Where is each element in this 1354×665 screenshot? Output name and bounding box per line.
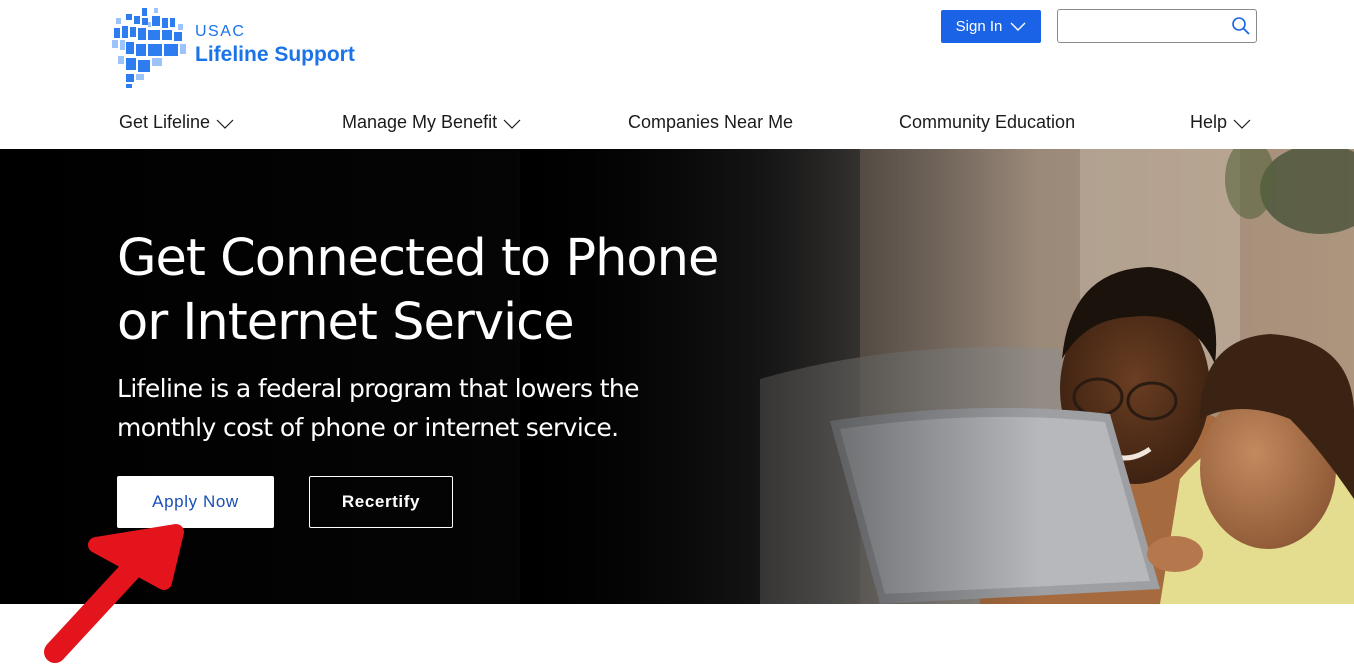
chevron-down-icon	[503, 119, 521, 129]
hero-title: Get Connected to Phone or Internet Servi…	[117, 229, 719, 352]
logo-site-name: Lifeline Support	[195, 43, 355, 66]
chevron-down-icon	[1010, 22, 1026, 31]
nav-item-label: Get Lifeline	[119, 112, 211, 132]
nav-item-companies-near-me[interactable]: Companies Near Me	[628, 112, 793, 133]
nav-item-manage-my-benefit[interactable]: Manage My Benefit	[342, 112, 521, 133]
nav-item-label: Community Education	[899, 112, 1076, 132]
logo-org-text: USAC	[195, 23, 246, 40]
usac-logo-mark-icon	[112, 8, 186, 88]
hero-banner: Get Connected to Phone or Internet Servi…	[0, 149, 1354, 604]
search-box[interactable]	[1057, 9, 1257, 43]
nav-item-label: Help	[1190, 112, 1228, 132]
hero-subtitle: Lifeline is a federal program that lower…	[117, 374, 640, 442]
site-header: USAC Lifeline Support Sign In Get Lifeli…	[0, 0, 1354, 149]
apply-now-button[interactable]: Apply Now	[117, 476, 274, 528]
search-icon[interactable]	[1231, 16, 1251, 36]
site-logo[interactable]: USAC Lifeline Support	[112, 8, 362, 90]
nav-item-get-lifeline[interactable]: Get Lifeline	[119, 112, 234, 133]
recertify-button[interactable]: Recertify	[309, 476, 453, 528]
chevron-down-icon	[216, 119, 234, 129]
nav-item-label: Companies Near Me	[628, 112, 794, 132]
chevron-down-icon	[1233, 119, 1251, 129]
nav-item-community-education[interactable]: Community Education	[899, 112, 1075, 133]
nav-item-help[interactable]: Help	[1190, 112, 1251, 133]
sign-in-button[interactable]: Sign In	[941, 10, 1041, 43]
nav-item-label: Manage My Benefit	[342, 112, 498, 132]
sign-in-label: Sign In	[955, 18, 1003, 35]
search-input[interactable]	[1064, 14, 1224, 38]
main-nav: Get Lifeline Manage My Benefit Companies…	[0, 112, 1354, 140]
